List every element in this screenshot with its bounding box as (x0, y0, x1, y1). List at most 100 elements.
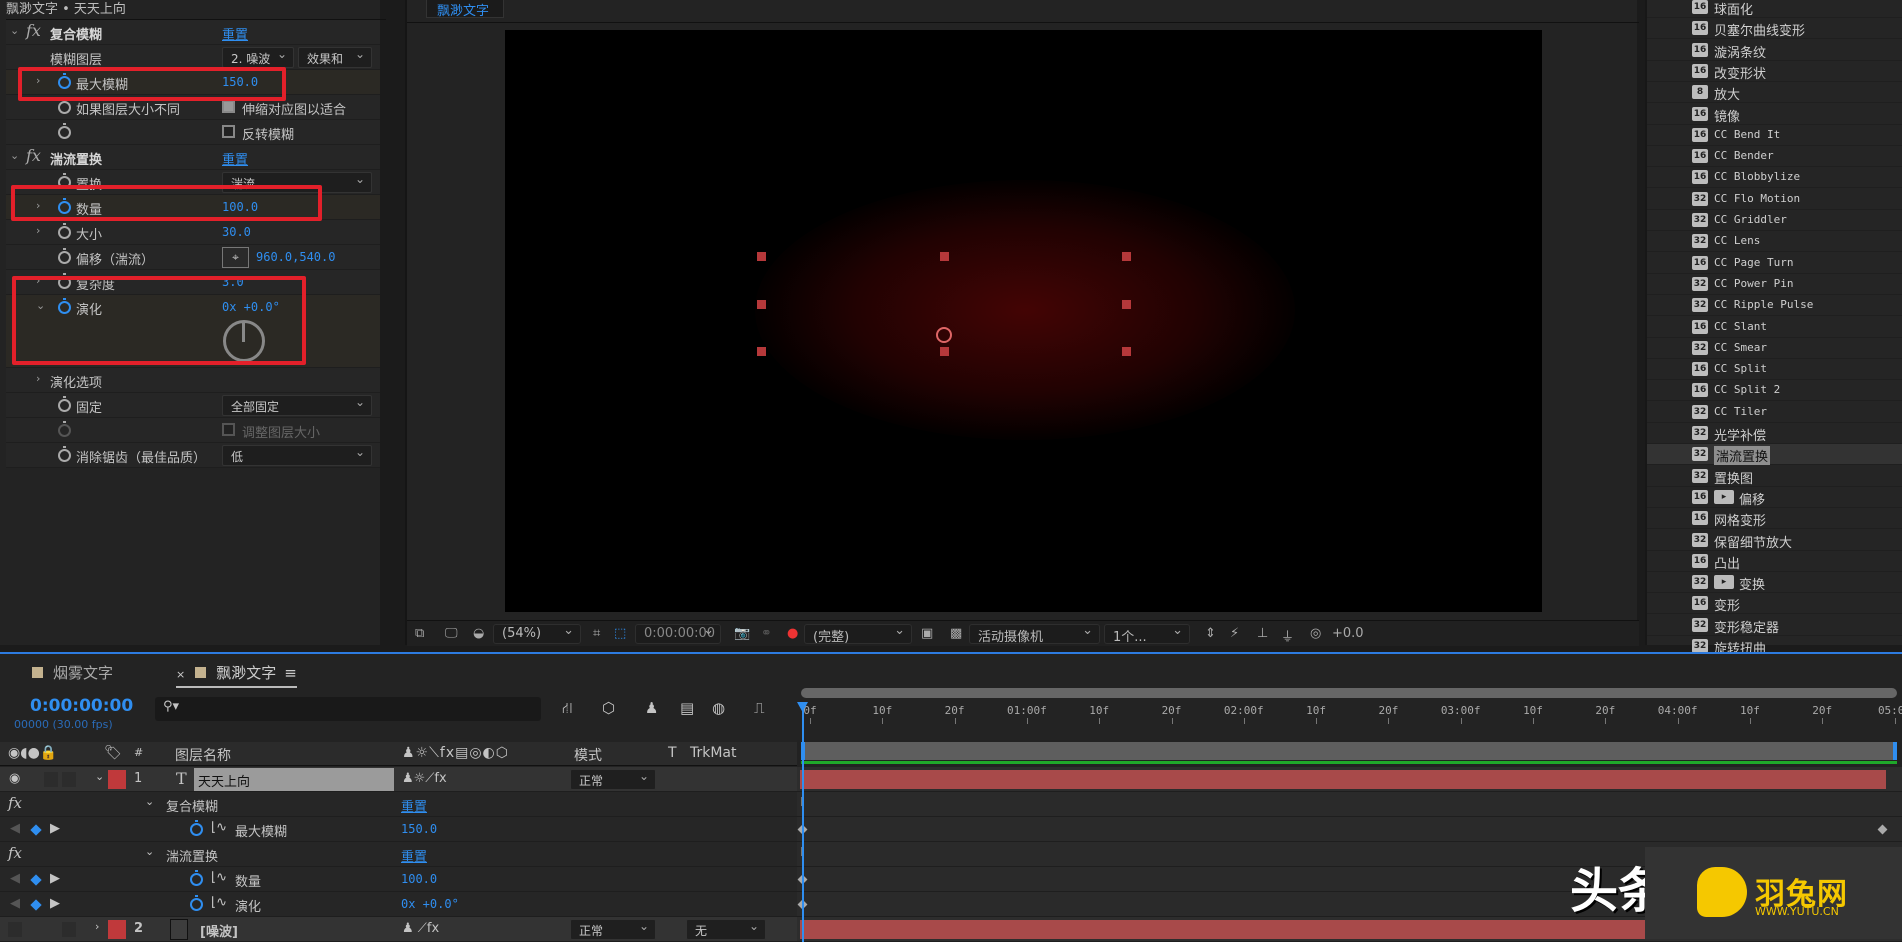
graph-editor-icon[interactable]: ⎍ (754, 699, 765, 717)
size-value[interactable]: 30.0 (222, 225, 251, 239)
color-channels-icon[interactable]: ● (787, 626, 798, 641)
layer-name[interactable]: [噪波] (200, 921, 238, 940)
flowchart-icon[interactable]: ⏚ (1281, 626, 1294, 645)
effect-item[interactable]: 32 CC Tiler (1647, 402, 1902, 423)
effect-item[interactable]: 32 CC Power Pin (1647, 274, 1902, 295)
offset-value[interactable]: 960.0,540.0 (256, 250, 335, 264)
close-icon[interactable]: × (176, 668, 185, 681)
transform-handle[interactable] (940, 347, 949, 356)
tab-drift-text[interactable]: × 飘渺文字 ≡ (176, 662, 297, 688)
comp-tab[interactable]: 飘渺文字 (426, 0, 504, 19)
layer-row[interactable]: › 2 [噪波] ♟ ⟋fx 正常 无 (0, 917, 797, 942)
camera-icon[interactable]: 📷 (734, 626, 750, 641)
next-keyframe-icon[interactable]: ▶ (50, 871, 60, 886)
comp-flowchart-icon[interactable]: ⛙ (562, 699, 573, 719)
roi-icon[interactable]: ⬚ (614, 626, 626, 641)
effect-item[interactable]: 16 CC Bend It (1647, 125, 1902, 146)
chevron-down-icon[interactable]: ⌄ (145, 845, 154, 858)
keyframe-icon[interactable] (30, 824, 42, 836)
next-keyframe-icon[interactable]: ▶ (50, 821, 60, 836)
draft-3d-icon[interactable]: ⬡ (602, 699, 615, 717)
effect-item[interactable]: 32 ▸ 变换 (1647, 572, 1902, 594)
stopwatch-icon[interactable] (190, 870, 203, 886)
stopwatch-icon[interactable] (58, 98, 71, 114)
prev-keyframe-icon[interactable]: ◀ (10, 821, 20, 836)
antialias-dropdown[interactable]: 低 (222, 445, 372, 466)
effect-item[interactable]: 8 放大 (1647, 82, 1902, 104)
property-value[interactable]: 100.0 (401, 872, 437, 886)
solo-toggle[interactable] (44, 772, 58, 787)
stopwatch-icon[interactable] (58, 123, 71, 139)
work-area-bar[interactable] (801, 742, 1897, 760)
resize-checkbox[interactable] (222, 423, 235, 436)
chevron-right-icon[interactable]: › (36, 224, 40, 237)
transform-handle[interactable] (757, 347, 766, 356)
effect-header-turb[interactable]: ⌄ fx 湍流置换 重置 (6, 145, 380, 170)
frame-blending-icon[interactable]: ▤ (680, 699, 694, 717)
effect-item[interactable]: 16 贝塞尔曲线变形 (1647, 18, 1902, 40)
effect-item[interactable]: 32 光学补偿 (1647, 423, 1902, 444)
grid-icon[interactable]: ⌗ (593, 626, 600, 641)
effect-item[interactable]: 16 网格变形 (1647, 508, 1902, 530)
motion-blur-icon[interactable]: ◍ (712, 699, 725, 717)
layer-duration-bar[interactable] (800, 770, 1886, 789)
tab-smoke-text[interactable]: 烟雾文字 (32, 662, 113, 683)
stopwatch-icon[interactable] (58, 248, 71, 264)
transform-handle[interactable] (757, 252, 766, 261)
reset-link[interactable]: 重置 (222, 24, 248, 43)
stopwatch-icon[interactable] (190, 895, 203, 911)
col-layer-name[interactable]: 图层名称 (175, 745, 231, 765)
label-color[interactable] (108, 770, 126, 789)
prev-keyframe-icon[interactable]: ◀ (10, 871, 20, 886)
effect-item[interactable]: 16 CC Split 2 (1647, 380, 1902, 402)
effect-item[interactable]: 16 CC Bender (1647, 146, 1902, 168)
prop-evo-options[interactable]: › 演化选项 (6, 368, 380, 393)
fast-draft-icon[interactable]: ⚡ (1230, 626, 1239, 641)
transform-handle[interactable] (1122, 300, 1131, 309)
effect-item[interactable]: 32 CC Flo Motion (1647, 189, 1902, 210)
effect-item[interactable]: 32 CC Ripple Pulse (1647, 295, 1902, 317)
reset-link[interactable]: 重置 (401, 846, 427, 865)
transform-handle[interactable] (1122, 252, 1131, 261)
show-snapshot-icon[interactable]: ⚭ (761, 626, 772, 641)
label-color[interactable] (108, 920, 126, 939)
chevron-down-icon[interactable]: ⌄ (10, 24, 19, 37)
effect-item[interactable]: 32 CC Lens (1647, 231, 1902, 253)
shy-icon[interactable]: ♟ (645, 699, 658, 717)
chevron-down-icon[interactable]: ⌄ (10, 149, 19, 162)
fx-icon[interactable]: fx (26, 21, 41, 40)
navigator-bar[interactable] (801, 688, 1897, 698)
menu-icon[interactable]: ≡ (284, 664, 297, 682)
effect-item[interactable]: 16 漩涡条纹 (1647, 40, 1902, 61)
views-dropdown[interactable]: 1个... (1104, 623, 1190, 645)
blur-layer-dropdown[interactable]: 2. 噪波 (222, 47, 294, 68)
next-keyframe-icon[interactable]: ▶ (50, 896, 60, 911)
zoom-dropdown[interactable]: (54%) (493, 623, 581, 644)
col-mode[interactable]: 模式 (574, 745, 602, 765)
reset-link[interactable]: 重置 (222, 149, 248, 168)
effect-item[interactable]: 16 CC Blobbylize (1647, 167, 1902, 189)
effect-item[interactable]: 16 CC Split (1647, 359, 1902, 381)
mask-icon[interactable]: ◒ (473, 626, 484, 641)
col-trkmat[interactable]: TrkMat (690, 745, 737, 761)
blur-mode-dropdown[interactable]: 效果和 (298, 47, 372, 68)
effect-item[interactable]: 16 CC Page Turn (1647, 253, 1902, 274)
monitor-icon[interactable]: 🖵 (445, 626, 458, 641)
effect-item[interactable]: 32 CC Smear (1647, 338, 1902, 359)
effect-item[interactable]: 16 凸出 (1647, 551, 1902, 572)
effect-item[interactable]: 32 保留细节放大 (1647, 530, 1902, 551)
lock-toggle[interactable] (62, 922, 76, 937)
exposure-value[interactable]: +0.0 (1332, 626, 1364, 641)
snapshot-preview-icon[interactable]: ⧉ (415, 626, 424, 641)
chevron-right-icon[interactable]: › (95, 920, 99, 933)
lock-toggle[interactable] (62, 772, 76, 787)
stopwatch-icon[interactable] (190, 820, 203, 836)
chevron-right-icon[interactable]: › (36, 372, 40, 385)
eye-icon[interactable]: ◉ (9, 771, 20, 786)
search-input[interactable]: ⚲▾ (155, 697, 541, 721)
chevron-down-icon[interactable]: ⌄ (145, 795, 154, 808)
stopwatch-icon[interactable] (58, 396, 71, 412)
timecode-field[interactable]: 0:00:00:00 (635, 623, 721, 644)
anchor-point-icon[interactable] (936, 327, 952, 343)
effect-header-blur[interactable]: ⌄ fx 复合模糊 重置 (6, 20, 380, 45)
